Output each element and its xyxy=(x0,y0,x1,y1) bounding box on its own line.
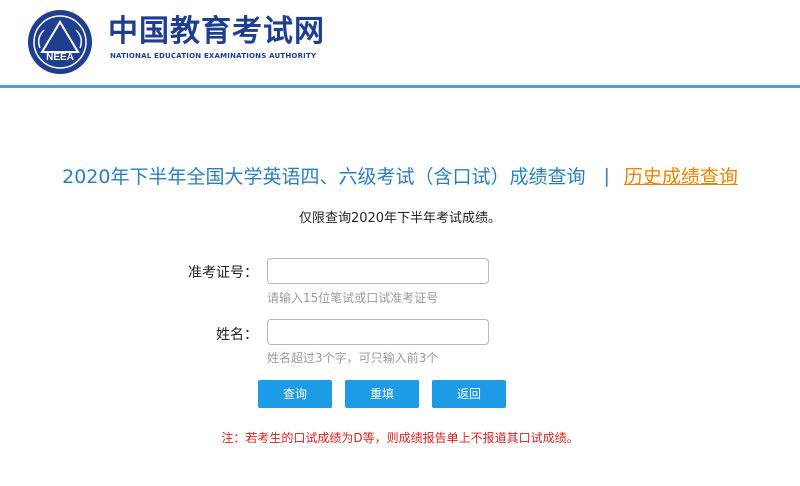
query-button[interactable]: 查询 xyxy=(258,380,332,408)
neea-emblem-icon: NEEA xyxy=(28,10,92,74)
title-separator: | xyxy=(603,164,610,187)
exam-id-hint: 请输入15位笔试或口试准考证号 xyxy=(267,291,439,305)
reset-button[interactable]: 重填 xyxy=(345,380,419,408)
page-title: 2020年下半年全国大学英语四、六级考试（含口试）成绩查询 xyxy=(62,166,586,188)
title-row: 2020年下半年全国大学英语四、六级考试（含口试）成绩查询 | 历史成绩查询 xyxy=(0,162,800,192)
name-label: 姓名： xyxy=(216,327,258,343)
site-logo-chinese[interactable]: 中国教育考试网 xyxy=(108,14,325,50)
exam-id-input[interactable] xyxy=(267,258,489,284)
back-button[interactable]: 返回 xyxy=(432,380,506,408)
exam-id-label: 准考证号： xyxy=(188,265,258,281)
name-hint: 姓名超过3个字，可只输入前3个 xyxy=(267,351,439,365)
name-input[interactable] xyxy=(267,319,489,345)
query-notice: 仅限查询2020年下半年考试成绩。 xyxy=(298,211,502,226)
history-scores-link[interactable]: 历史成绩查询 xyxy=(624,166,738,188)
site-logo-english: NATIONAL EDUCATION EXAMINATIONS AUTHORIT… xyxy=(110,52,317,60)
oral-grade-warning: 注：若考生的口试成绩为D等，则成绩报告单上不报道其口试成绩。 xyxy=(221,431,579,445)
emblem-text: NEEA xyxy=(46,52,74,63)
site-header: NEEA 中国教育考试网 NATIONAL EDUCATION EXAMINAT… xyxy=(0,0,800,88)
